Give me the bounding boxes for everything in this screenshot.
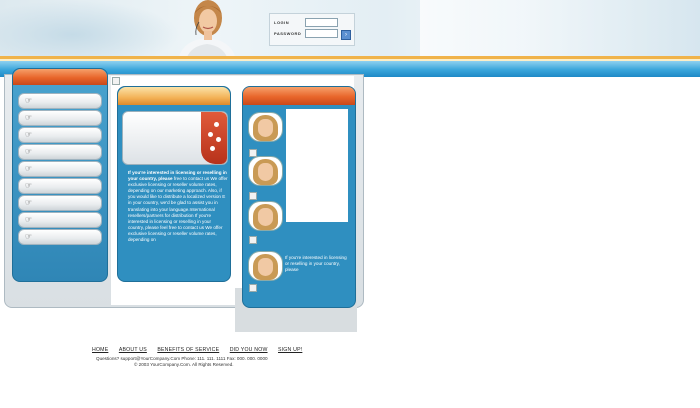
hand-pointer-icon: ☞: [25, 181, 33, 190]
right-text: If you're interested in licensing or res…: [285, 255, 347, 273]
left-nav-panel: ☞ ☞ ☞ ☞ ☞ ☞ ☞ ☞ ☞: [12, 68, 108, 282]
login-input[interactable]: [305, 18, 338, 27]
nav-item-5[interactable]: ☞: [18, 161, 102, 177]
left-nav-cap: [13, 69, 107, 85]
header-banner: LOGIN PASSWORD ›: [0, 0, 700, 58]
password-input[interactable]: [305, 29, 338, 38]
avatar-face: [258, 208, 273, 226]
header-woman-image: [178, 0, 236, 58]
footer-contact: Questions? support@YourCompany.Com Phone…: [96, 356, 268, 361]
nav-item-1[interactable]: ☞: [18, 93, 102, 109]
login-box: LOGIN PASSWORD ›: [269, 13, 355, 46]
footer-copyright: © 2003 YourCompany.Com. All Rights Reser…: [134, 362, 234, 367]
hand-pointer-icon: ☞: [25, 96, 33, 105]
nav-item-2[interactable]: ☞: [18, 110, 102, 126]
avatar: [248, 112, 283, 142]
hand-pointer-icon: ☞: [25, 198, 33, 207]
middle-panel: If you're interested in licensing or res…: [117, 86, 231, 282]
nav-item-7[interactable]: ☞: [18, 195, 102, 211]
nav-item-8[interactable]: ☞: [18, 212, 102, 228]
footer-link-about[interactable]: ABOUT US: [119, 347, 147, 353]
hand-pointer-icon: ☞: [25, 113, 33, 122]
avatar-face: [258, 119, 273, 137]
broken-image-icon: [249, 192, 257, 200]
promo-graphic: [122, 111, 228, 165]
nav-item-4[interactable]: ☞: [18, 144, 102, 160]
hand-pointer-icon: ☞: [25, 215, 33, 224]
footer-link-home[interactable]: HOME: [92, 347, 108, 353]
avatar-tile-4[interactable]: [247, 249, 283, 285]
nav-item-6[interactable]: ☞: [18, 178, 102, 194]
avatar: [248, 251, 283, 281]
nav-item-9[interactable]: ☞: [18, 229, 102, 245]
promo-dot: [210, 146, 215, 151]
avatar-tile-1[interactable]: [247, 110, 283, 146]
avatar-tile-3[interactable]: [247, 199, 283, 235]
promo-dot: [214, 122, 219, 127]
broken-image-icon: [112, 77, 120, 85]
right-panel: If you're interested in licensing or res…: [242, 86, 356, 308]
broken-image-icon: [249, 284, 257, 292]
avatar: [248, 156, 283, 186]
footer-link-benefits[interactable]: BENEFITS OF SERVICE: [157, 347, 219, 353]
middle-text: If you're interested in licensing or res…: [128, 170, 228, 243]
broken-image-icon: [249, 236, 257, 244]
avatar-face: [258, 163, 273, 181]
hand-pointer-icon: ☞: [25, 130, 33, 139]
hand-pointer-icon: ☞: [25, 232, 33, 241]
middle-panel-cap: [118, 87, 230, 105]
password-label: PASSWORD: [274, 31, 302, 36]
hand-pointer-icon: ☞: [25, 147, 33, 156]
right-white-panel: [286, 109, 348, 222]
header-glow-right: [420, 0, 700, 58]
nav-item-3[interactable]: ☞: [18, 127, 102, 143]
avatar-tile-2[interactable]: [247, 154, 283, 190]
footer-nav: HOME ABOUT US BENEFITS OF SERVICE DID YO…: [92, 347, 311, 353]
middle-body-text: free to contact us We offer exclusive li…: [128, 176, 228, 243]
right-panel-cap: [243, 87, 355, 105]
login-submit-button[interactable]: ›: [341, 30, 351, 40]
header-glow: [0, 0, 180, 58]
avatar-face: [258, 258, 273, 276]
hand-pointer-icon: ☞: [25, 164, 33, 173]
promo-dot: [216, 137, 221, 142]
login-label: LOGIN: [274, 20, 290, 25]
footer-link-sign-up[interactable]: SIGN UP!: [278, 347, 302, 353]
broken-image-icon: [249, 149, 257, 157]
footer-link-did-you-now[interactable]: DID YOU NOW: [230, 347, 268, 353]
promo-dot: [208, 132, 213, 137]
avatar: [248, 201, 283, 231]
promo-red-tab: [201, 112, 227, 164]
